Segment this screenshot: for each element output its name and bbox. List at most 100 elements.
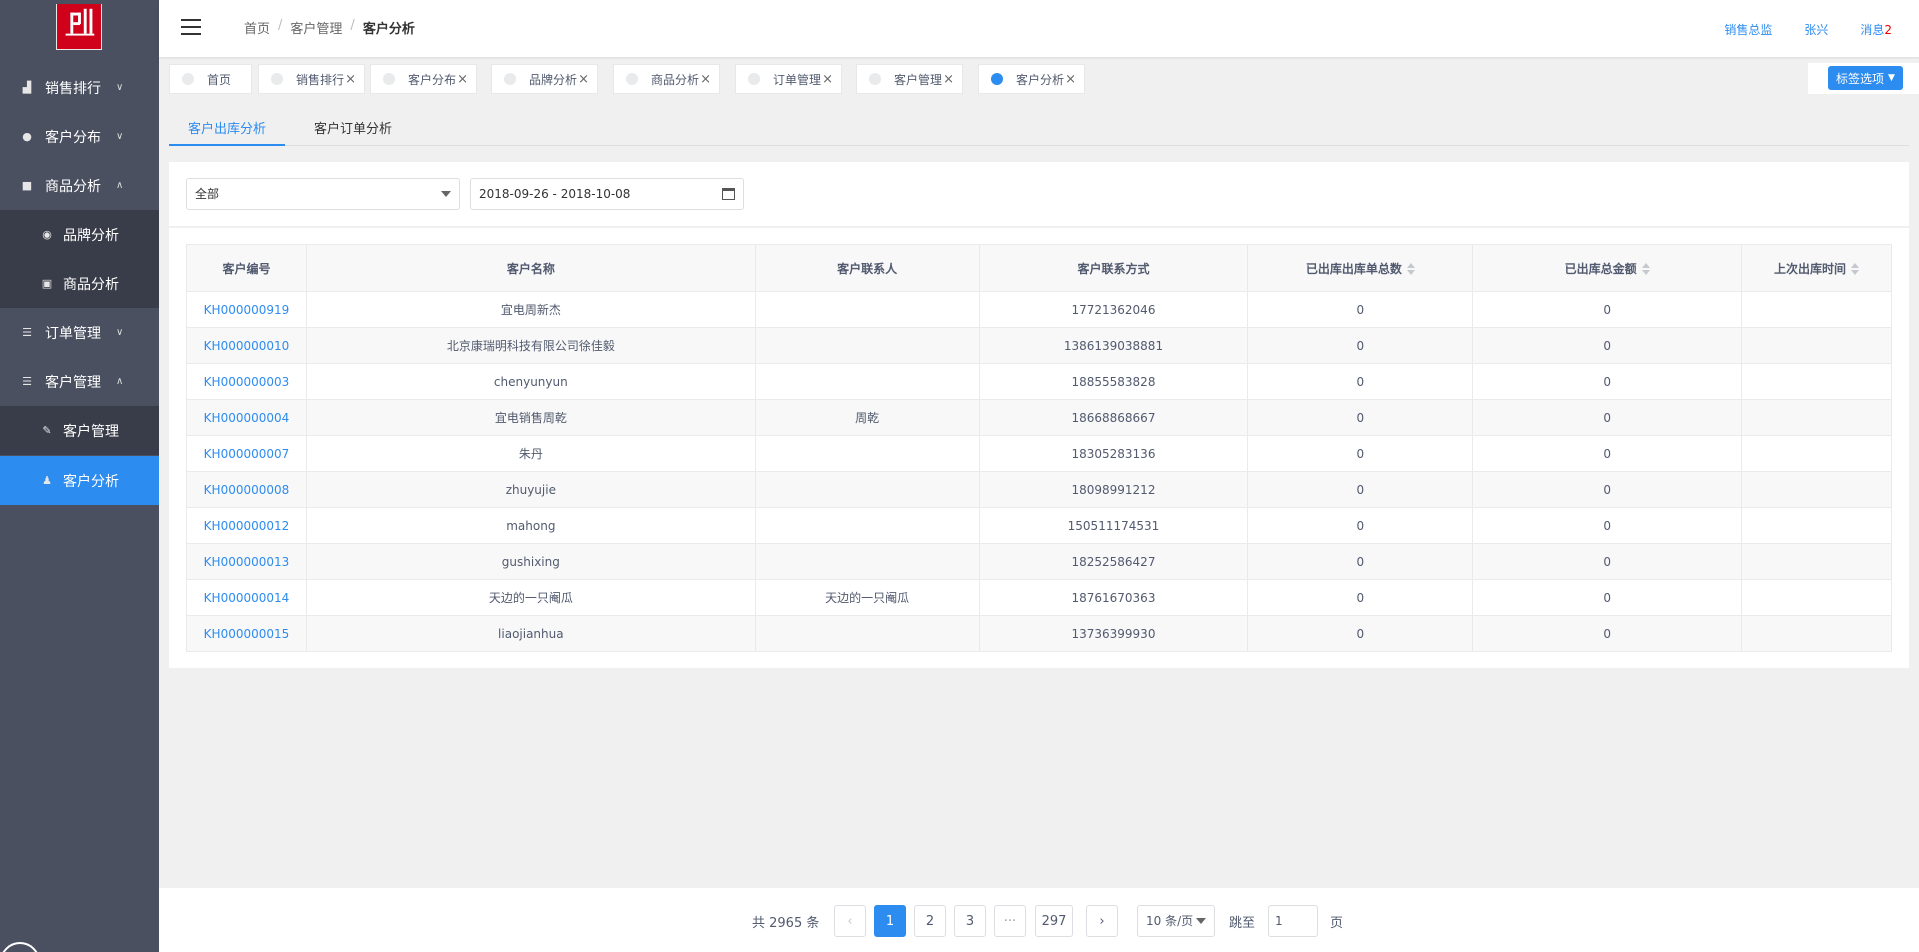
cell-outbound-amount: 0: [1472, 399, 1743, 436]
page-size-select[interactable]: 10 条/页: [1137, 905, 1215, 937]
cell-customer-code[interactable]: KH000000012: [186, 507, 307, 544]
cell-customer-code[interactable]: KH000000015: [186, 615, 307, 652]
cell-outbound-count: 0: [1247, 579, 1474, 616]
close-icon[interactable]: ×: [943, 72, 954, 87]
close-icon[interactable]: ×: [700, 72, 711, 87]
table-row: KH000000007 朱丹 18305283136 0 0: [186, 435, 1892, 472]
cell-customer-code[interactable]: KH000000010: [186, 327, 307, 364]
sort-icon[interactable]: [1851, 263, 1860, 275]
cell-outbound-amount: 0: [1472, 327, 1743, 364]
tab-goods-analysis[interactable]: 商品分析 ×: [613, 64, 720, 94]
sidebar-item-sales-rank[interactable]: ▟ 销售排行 ∨: [0, 63, 159, 112]
page-suffix-label: 页: [1330, 916, 1344, 931]
sidebar-item-customer-analysis[interactable]: ♟ 客户分析: [0, 456, 159, 505]
sort-icon[interactable]: [1641, 263, 1650, 275]
tab-customer-order-analysis[interactable]: 客户订单分析: [306, 118, 400, 146]
avatar[interactable]: [0, 942, 40, 952]
hamburger-menu-icon[interactable]: [181, 19, 201, 35]
cell-customer-code[interactable]: KH000000014: [186, 579, 307, 616]
sidebar-item-product-analysis[interactable]: ■ 商品分析 ∧: [0, 161, 159, 210]
col-outbound-amount[interactable]: 已出库总金额: [1472, 244, 1743, 292]
tab-order-management[interactable]: 订单管理 ×: [735, 64, 842, 94]
tab-customer-outbound-analysis[interactable]: 客户出库分析: [169, 118, 285, 146]
date-range-picker[interactable]: 2018-09-26 - 2018-10-08: [470, 178, 744, 210]
page-button[interactable]: 2: [914, 905, 946, 937]
caret-down-icon: [1196, 918, 1206, 924]
cell-customer-code[interactable]: KH000000007: [186, 435, 307, 472]
tab-label: 销售排行: [296, 72, 345, 87]
table-header-row: 客户编号 客户名称 客户联系人 客户联系方式 已出库出库单总数 已出库总金额 上…: [186, 244, 1892, 292]
cell-outbound-count: 0: [1247, 327, 1474, 364]
sidebar-item-customer-manage-sub[interactable]: ✎ 客户管理: [0, 406, 159, 455]
tab-label: 首页: [207, 72, 232, 87]
breadcrumb-home[interactable]: 首页: [244, 18, 270, 37]
page-button[interactable]: 1: [874, 905, 906, 937]
tab-customer-management[interactable]: 客户管理 ×: [856, 64, 963, 94]
breadcrumb-separator: /: [350, 18, 355, 33]
cell-customer-code[interactable]: KH000000013: [186, 543, 307, 580]
cell-contact-person: 天边的一只阉瓜: [754, 579, 980, 616]
disc-icon: ◉: [42, 228, 52, 241]
table-row: KH000000008 zhuyujie 18098991212 0 0: [186, 471, 1892, 508]
cell-customer-code[interactable]: KH000000919: [186, 291, 307, 328]
customer-table: 客户编号 客户名称 客户联系人 客户联系方式 已出库出库单总数 已出库总金额 上…: [186, 244, 1892, 652]
cell-contact-info: 13736399930: [978, 615, 1249, 652]
sidebar-item-customer-management[interactable]: ☰ 客户管理 ∧: [0, 357, 159, 406]
cell-contact-person: [754, 363, 980, 400]
cell-customer-code[interactable]: KH000000004: [186, 399, 307, 436]
col-customer-name: 客户名称: [305, 244, 756, 292]
chevron-down-icon: ∨: [116, 327, 124, 338]
cell-customer-code[interactable]: KH000000008: [186, 471, 307, 508]
page-button[interactable]: 3: [954, 905, 986, 937]
pagination: 共 2965 条 ‹ 1 2 3 ··· 297 › 10 条/页 跳至 页: [159, 888, 1919, 952]
tab-status-dot-icon: [271, 73, 283, 85]
chevron-down-icon: ∨: [116, 82, 124, 93]
col-customer-code: 客户编号: [186, 244, 307, 292]
cell-customer-name: 北京康瑞明科技有限公司徐佳毅: [305, 327, 756, 364]
sidebar-item-label: 客户管理: [63, 423, 119, 440]
sidebar-item-label: 订单管理: [45, 325, 101, 342]
sidebar-item-brand-analysis[interactable]: ◉ 品牌分析: [0, 210, 159, 259]
cell-customer-code[interactable]: KH000000003: [186, 363, 307, 400]
prev-page-button[interactable]: ‹: [834, 905, 866, 937]
role-link[interactable]: 销售总监: [1724, 21, 1772, 38]
cell-contact-person: [754, 507, 980, 544]
cell-outbound-amount: 0: [1472, 471, 1743, 508]
column-label: 已出库总金额: [1564, 261, 1637, 276]
customer-select[interactable]: 全部: [186, 178, 460, 210]
tab-sales-rank[interactable]: 销售排行 ×: [258, 64, 365, 94]
tab-brand-analysis[interactable]: 品牌分析 ×: [491, 64, 598, 94]
more-pages-button[interactable]: ···: [994, 905, 1026, 937]
tab-options-button[interactable]: 标签选项 ▼: [1828, 66, 1903, 90]
calendar-icon: [722, 188, 735, 200]
cell-last-outbound-time: [1741, 363, 1892, 400]
col-last-outbound-time[interactable]: 上次出库时间: [1741, 244, 1892, 292]
sidebar-item-label: 商品分析: [45, 178, 101, 195]
sidebar-item-customer-distribution[interactable]: ● 客户分布 ∨: [0, 112, 159, 161]
close-icon[interactable]: ×: [1065, 72, 1076, 87]
pll-logo-icon[interactable]: [56, 4, 102, 50]
close-icon[interactable]: ×: [578, 72, 589, 87]
chevron-up-icon: ∧: [116, 180, 124, 191]
username-link[interactable]: 张兴: [1804, 21, 1828, 38]
sidebar-item-goods-analysis[interactable]: ▣ 商品分析: [0, 259, 159, 308]
col-outbound-count[interactable]: 已出库出库单总数: [1247, 244, 1474, 292]
tab-customer-analysis[interactable]: 客户分析 ×: [978, 64, 1085, 94]
sort-icon[interactable]: [1406, 263, 1415, 275]
close-icon[interactable]: ×: [822, 72, 833, 87]
breadcrumb-customer-management[interactable]: 客户管理: [290, 18, 342, 37]
next-page-button[interactable]: ›: [1086, 905, 1118, 937]
jump-page-input[interactable]: [1268, 905, 1318, 937]
edit-icon: ✎: [42, 424, 52, 437]
sidebar-item-order-management[interactable]: ☰ 订单管理 ∨: [0, 308, 159, 357]
tab-customer-distribution[interactable]: 客户分布 ×: [370, 64, 477, 94]
tab-home[interactable]: 首页: [169, 64, 252, 94]
tab-status-dot-icon: [383, 73, 395, 85]
messages-link[interactable]: 消息2: [1860, 21, 1892, 38]
close-icon[interactable]: ×: [345, 72, 356, 87]
square-icon: ■: [21, 179, 33, 192]
page-button[interactable]: 297: [1035, 905, 1073, 937]
close-icon[interactable]: ×: [457, 72, 468, 87]
cell-contact-info: 17721362046: [978, 291, 1249, 328]
cell-outbound-amount: 0: [1472, 291, 1743, 328]
